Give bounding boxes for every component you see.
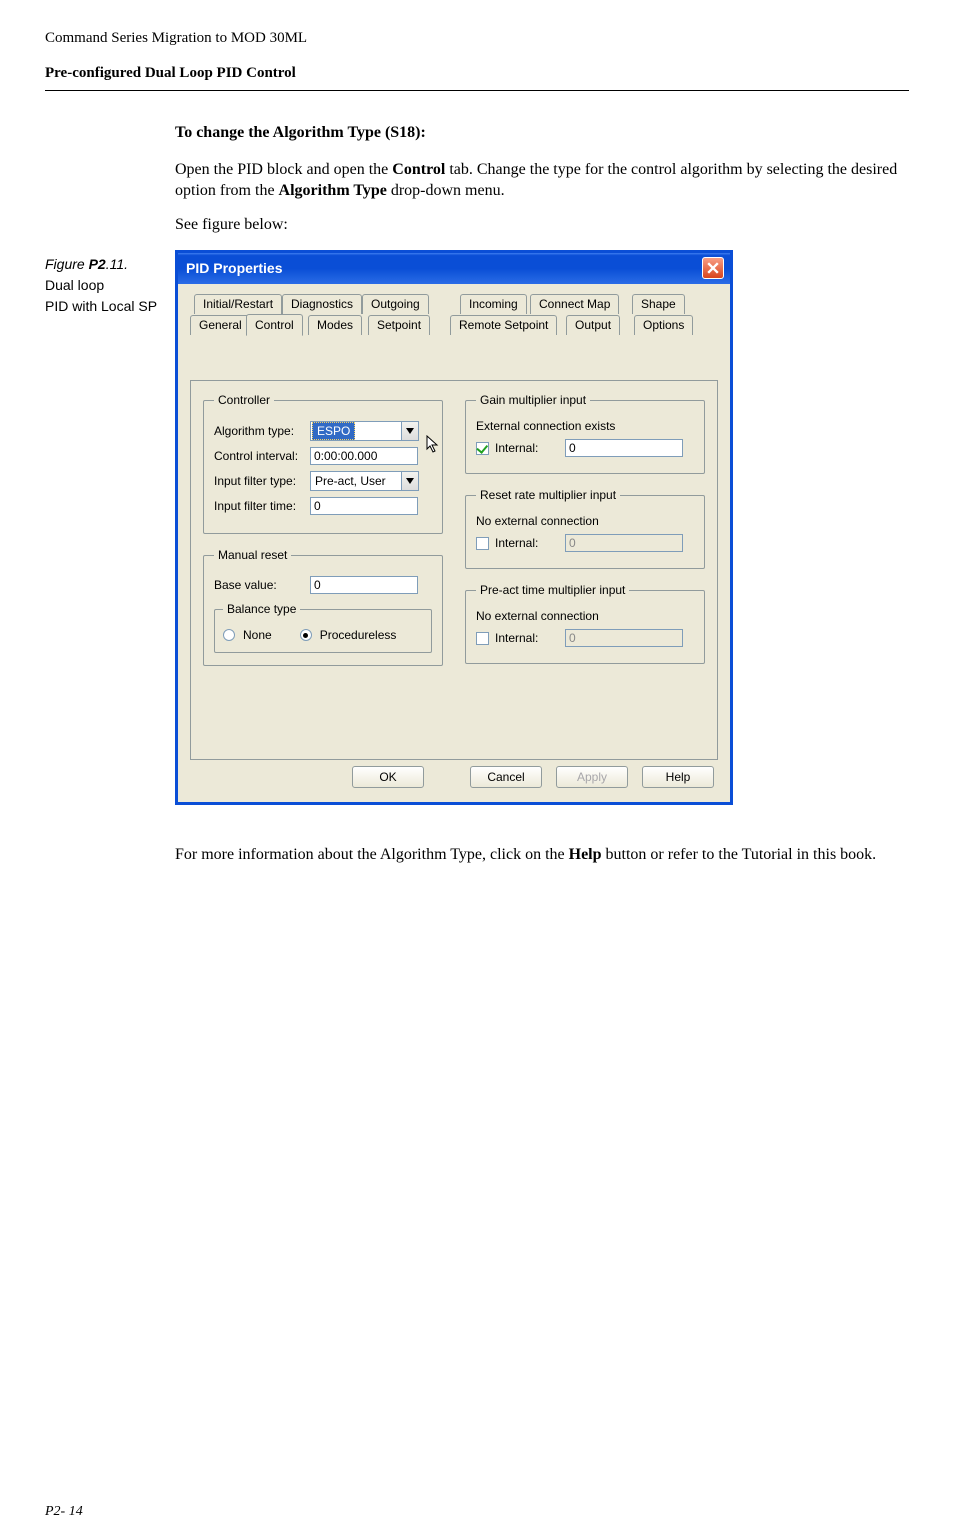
dropdown-button[interactable] [402, 421, 419, 441]
section-heading: To change the Algorithm Type (S18): [175, 123, 909, 144]
doc-subheader: Pre-configured Dual Loop PID Control [45, 65, 909, 82]
input-filter-time-input[interactable] [310, 497, 418, 515]
text: drop-down menu. [387, 182, 505, 199]
radio-icon [300, 629, 312, 641]
text-bold: Algorithm Type [279, 182, 387, 199]
tab-modes[interactable]: Modes [308, 315, 362, 335]
tab-strip: Initial/Restart Diagnostics Outgoing Inc… [190, 294, 718, 338]
gain-legend: Gain multiplier input [476, 393, 590, 407]
gain-internal-input[interactable] [565, 439, 683, 457]
gain-status: External connection exists [476, 419, 694, 433]
reset-rate-internal-input [565, 534, 683, 552]
balance-type-group: Balance type None Procedureless [214, 602, 432, 653]
tab-control[interactable]: Control [246, 314, 303, 336]
see-figure-text: See figure below: [175, 215, 909, 236]
tab-setpoint[interactable]: Setpoint [368, 315, 430, 335]
reset-rate-legend: Reset rate multiplier input [476, 488, 620, 502]
control-interval-input[interactable] [310, 447, 418, 465]
help-hint-para: For more information about the Algorithm… [175, 845, 909, 866]
preact-legend: Pre-act time multiplier input [476, 583, 629, 597]
gain-multiplier-group: Gain multiplier input External connectio… [465, 393, 705, 474]
radio-icon [223, 629, 235, 641]
input-filter-type-label: Input filter type: [214, 474, 310, 488]
ok-button[interactable]: OK [352, 766, 424, 788]
manual-reset-group: Manual reset Base value: Balance type No… [203, 548, 443, 666]
base-value-label: Base value: [214, 578, 310, 592]
controller-group: Controller Algorithm type: ESPO [203, 393, 443, 534]
control-interval-label: Control interval: [214, 449, 310, 463]
text-bold: P2 [89, 256, 106, 272]
input-filter-time-label: Input filter time: [214, 499, 310, 513]
reset-rate-status: No external connection [476, 514, 694, 528]
cancel-button[interactable]: Cancel [470, 766, 542, 788]
text: PID with Local SP [45, 296, 165, 317]
preact-internal-checkbox[interactable] [476, 632, 489, 645]
balance-type-legend: Balance type [223, 602, 300, 616]
tab-initial-restart[interactable]: Initial/Restart [194, 294, 282, 314]
text: For more information about the Algorithm… [175, 846, 569, 863]
preact-status: No external connection [476, 609, 694, 623]
pid-properties-dialog: PID Properties Initial/Restart Diagnosti… [175, 250, 733, 805]
close-icon [707, 262, 719, 274]
text: button or refer to the Tutorial in this … [602, 846, 877, 863]
balance-none-option[interactable]: None [223, 628, 272, 642]
text-bold: Control [392, 161, 445, 178]
algorithm-type-value: ESPO [312, 422, 355, 440]
gain-internal-label: Internal: [495, 441, 559, 455]
radio-label: None [243, 628, 272, 642]
reset-rate-multiplier-group: Reset rate multiplier input No external … [465, 488, 705, 569]
tab-remote-setpoint[interactable]: Remote Setpoint [450, 315, 557, 335]
preact-internal-input [565, 629, 683, 647]
text: .11. [106, 256, 128, 272]
doc-header: Command Series Migration to MOD 30ML [45, 30, 909, 47]
header-rule [45, 90, 909, 91]
chevron-down-icon [406, 478, 414, 484]
tab-diagnostics[interactable]: Diagnostics [282, 294, 362, 314]
instruction-para: Open the PID block and open the Control … [175, 160, 909, 202]
algorithm-type-label: Algorithm type: [214, 424, 310, 438]
balance-procedureless-option[interactable]: Procedureless [300, 628, 397, 642]
close-button[interactable] [702, 257, 724, 279]
help-button[interactable]: Help [642, 766, 714, 788]
figure-caption: Figure P2.11. Dual loop PID with Local S… [45, 254, 165, 317]
page-number: P2- 14 [45, 1504, 83, 1520]
manual-reset-legend: Manual reset [214, 548, 291, 562]
reset-rate-internal-label: Internal: [495, 536, 559, 550]
tab-incoming[interactable]: Incoming [460, 294, 527, 314]
text-bold: Help [569, 846, 602, 863]
apply-button: Apply [556, 766, 628, 788]
tab-shape[interactable]: Shape [632, 294, 685, 314]
gain-internal-checkbox[interactable] [476, 442, 489, 455]
dropdown-button[interactable] [402, 471, 419, 491]
tab-connect-map[interactable]: Connect Map [530, 294, 619, 314]
input-filter-type-select[interactable]: Pre-act, User [310, 471, 419, 491]
dialog-button-bar: OK Cancel Apply Help [190, 760, 718, 790]
control-tab-panel: Controller Algorithm type: ESPO [190, 380, 718, 760]
preact-internal-label: Internal: [495, 631, 559, 645]
preact-multiplier-group: Pre-act time multiplier input No externa… [465, 583, 705, 664]
text: Open the PID block and open the [175, 161, 392, 178]
algorithm-type-select[interactable]: ESPO [310, 421, 419, 441]
titlebar[interactable]: PID Properties [178, 253, 730, 284]
input-filter-type-value: Pre-act, User [311, 473, 390, 489]
tab-general[interactable]: General [190, 315, 251, 335]
tab-outgoing[interactable]: Outgoing [362, 294, 429, 314]
tab-output[interactable]: Output [566, 315, 620, 335]
radio-label: Procedureless [320, 628, 397, 642]
chevron-down-icon [406, 428, 414, 434]
dialog-title: PID Properties [186, 260, 282, 276]
controller-legend: Controller [214, 393, 274, 407]
tab-options[interactable]: Options [634, 315, 693, 335]
base-value-input[interactable] [310, 576, 418, 594]
text: Figure [45, 256, 89, 272]
text: Dual loop [45, 275, 165, 296]
reset-rate-internal-checkbox[interactable] [476, 537, 489, 550]
